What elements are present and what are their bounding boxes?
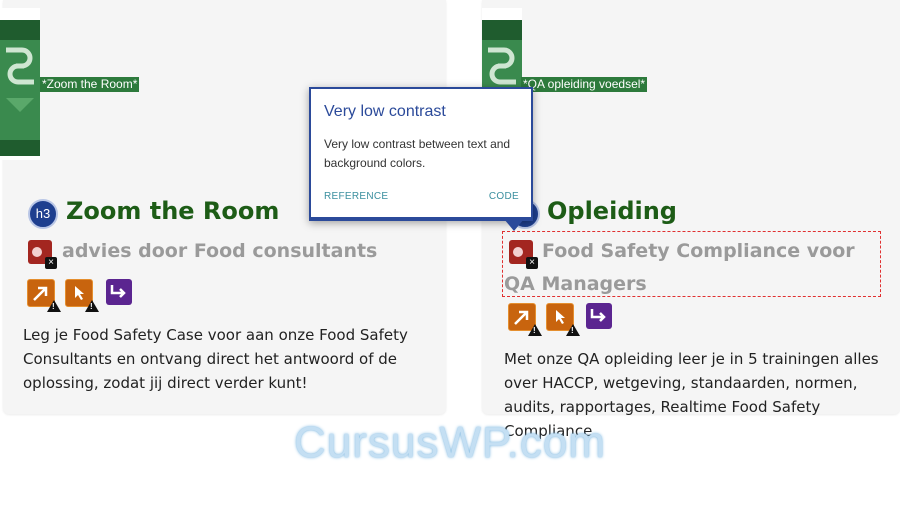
h3-badge[interactable]: h3 [28, 199, 58, 229]
tooltip-pointer [504, 219, 524, 231]
tab-order-icon[interactable] [27, 279, 61, 312]
link-chain-icon [6, 47, 34, 112]
click-alert-icon[interactable] [546, 303, 580, 336]
contrast-error-icon[interactable]: × [28, 240, 57, 269]
image-alt-text: *QA opleiding voedsel* [521, 77, 648, 92]
tooltip-body: Very low contrast between text and backg… [324, 137, 511, 170]
reference-link[interactable]: REFERENCE [324, 191, 388, 202]
card-subtitle: Food Safety Compliance voor QA Managers [504, 240, 855, 295]
image-alt-text: *Zoom the Room* [40, 77, 140, 92]
tab-order-icon[interactable] [508, 303, 542, 336]
card-title: Zoom the Room [66, 197, 280, 225]
card-title: Opleiding [547, 197, 677, 225]
click-alert-icon[interactable] [65, 279, 99, 312]
card-subtitle: advies door Food consultants [62, 240, 378, 262]
redirect-icon[interactable] [106, 279, 132, 305]
contrast-tooltip: Very low contrast Very low contrast betw… [309, 87, 533, 221]
card-description: Leg je Food Safety Case voor aan onze Fo… [23, 326, 408, 392]
tooltip-title: Very low contrast [324, 103, 446, 120]
card-image-zoom [0, 8, 40, 160]
code-link[interactable]: CODE [489, 191, 519, 202]
watermark: CursusWP.com [294, 418, 606, 467]
redirect-icon[interactable] [586, 303, 612, 329]
